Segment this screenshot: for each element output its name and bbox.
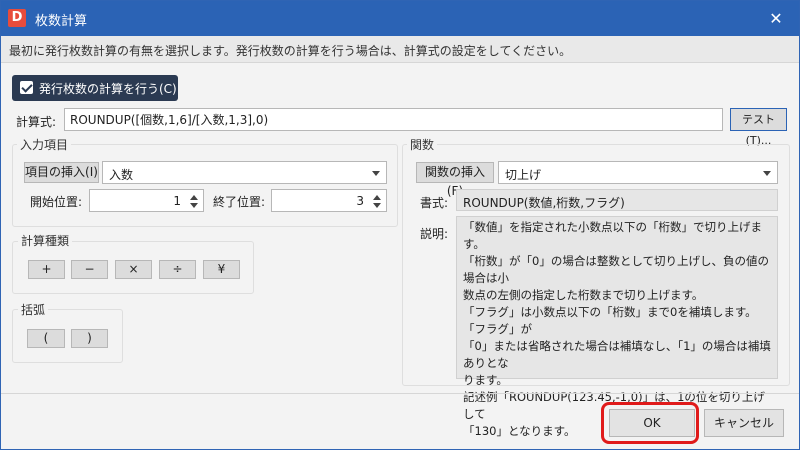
description-line: 「桁数」が「0」の場合は整数として切り上げし、負の値の場合は小	[463, 254, 769, 285]
title-bar: D 枚数計算 ✕	[1, 1, 799, 36]
chevron-down-icon	[372, 171, 380, 176]
insert-function-button[interactable]: 関数の挿入(F)	[416, 162, 494, 198]
start-position-value: 1	[173, 194, 181, 208]
close-paren-button[interactable]: )	[71, 329, 108, 348]
plus-button[interactable]: +	[28, 260, 65, 279]
spin-up-icon[interactable]	[190, 195, 198, 200]
minus-button[interactable]: −	[71, 260, 108, 279]
description-line: 「フラグ」は小数点以下の「桁数」まで0を補填します。「フラグ」が	[463, 305, 757, 336]
close-button[interactable]: ✕	[753, 1, 799, 36]
formula-input[interactable]	[64, 108, 723, 131]
open-paren-button[interactable]: (	[27, 329, 65, 348]
end-position-stepper[interactable]: 3	[271, 189, 387, 212]
start-position-label: 開始位置:	[30, 195, 83, 209]
info-text: 最初に発行枚数計算の有無を選択します。発行枚数の計算を行う場合は、計算式の設定を…	[9, 44, 572, 58]
divide-button[interactable]: ÷	[159, 260, 196, 279]
description-label: 説明:	[420, 227, 449, 241]
description-box: 「数値」を指定された小数点以下の「桁数」で切り上げます。 「桁数」が「0」の場合…	[456, 216, 778, 438]
spin-down-icon[interactable]	[373, 203, 381, 208]
end-position-value: 3	[356, 194, 364, 208]
issue-count-toggle[interactable]: 発行枚数の計算を行う(C)	[12, 75, 178, 101]
description-line: 数点の左側の指定した桁数まで切り上げます。	[463, 288, 704, 302]
multiply-button[interactable]: ×	[115, 260, 152, 279]
format-field: ROUNDUP(数値,桁数,フラグ)	[456, 189, 778, 211]
yen-button[interactable]: ¥	[203, 260, 240, 279]
brackets-title: 括弧	[18, 301, 49, 318]
spin-down-icon[interactable]	[190, 203, 198, 208]
spin-up-icon[interactable]	[373, 195, 381, 200]
input-items-title: 入力項目	[17, 136, 72, 153]
info-bar: 最初に発行枚数計算の有無を選択します。発行枚数の計算を行う場合は、計算式の設定を…	[1, 36, 799, 63]
function-select[interactable]: 切上げ	[498, 161, 778, 184]
cancel-button[interactable]: キャンセル	[704, 409, 784, 437]
ok-highlight-outline	[601, 402, 699, 444]
function-select-value: 切上げ	[505, 168, 542, 182]
item-select-value: 入数	[109, 168, 134, 182]
description-line: 「0」または省略された場合は補填なし、「1」の場合は補填ありとな	[463, 339, 771, 370]
functions-title: 関数	[407, 136, 438, 153]
description-line: ります。	[463, 373, 508, 387]
checkbox-checked-icon	[20, 81, 33, 94]
footer-divider	[1, 393, 799, 394]
insert-item-button[interactable]: 項目の挿入(I)	[24, 162, 99, 183]
calc-types-title: 計算種類	[18, 232, 73, 249]
dialog-window: D 枚数計算 ✕ 最初に発行枚数計算の有無を選択します。発行枚数の計算を行う場合…	[0, 0, 800, 450]
window-title: 枚数計算	[35, 14, 88, 29]
input-items-group	[12, 144, 398, 227]
formula-label: 計算式:	[16, 115, 57, 129]
chevron-down-icon	[763, 171, 771, 176]
item-select[interactable]: 入数	[102, 161, 387, 184]
description-line: 「数値」を指定された小数点以下の「桁数」で切り上げます。	[463, 220, 762, 251]
end-position-label: 終了位置:	[213, 195, 266, 209]
toggle-label: 発行枚数の計算を行う(C)	[39, 82, 177, 96]
test-button[interactable]: テスト(T)...	[730, 108, 787, 147]
app-logo-icon: D	[8, 9, 26, 27]
format-label: 書式:	[420, 196, 449, 210]
start-position-stepper[interactable]: 1	[89, 189, 204, 212]
